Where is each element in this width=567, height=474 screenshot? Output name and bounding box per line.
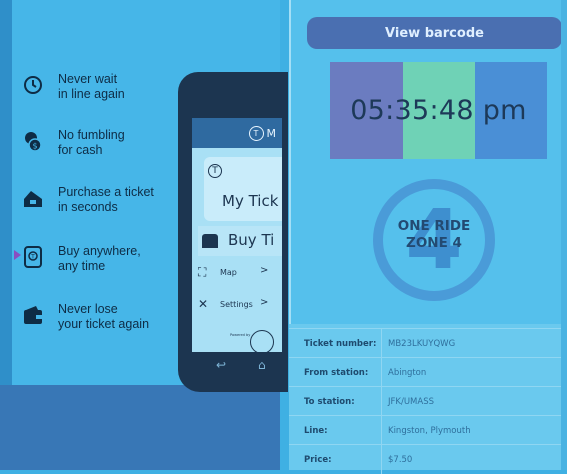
- clock-icon: [22, 74, 44, 96]
- selected-indicator: [14, 250, 21, 260]
- row-separator: [381, 329, 382, 358]
- feature-text: Purchase a ticket in seconds: [58, 185, 154, 214]
- feature-item: $ No fumbling for cash: [22, 128, 125, 158]
- feature-text: Buy anywhere, any time: [58, 244, 141, 273]
- detail-label: Price:: [304, 455, 332, 465]
- phone-icon: T: [22, 246, 44, 268]
- buy-tickets-label: Buy Ti: [228, 231, 275, 249]
- detail-label: To station:: [304, 397, 355, 407]
- row-separator: [381, 358, 382, 387]
- powered-by-text: Powered by: [230, 333, 251, 337]
- feature-item: Never wait in line again: [22, 72, 125, 102]
- chevron-right-icon: >: [260, 297, 269, 308]
- view-barcode-button[interactable]: View barcode: [307, 17, 562, 49]
- detail-row: Line: Kingston, Plymouth: [289, 415, 567, 445]
- menu-item-label: Settings: [220, 300, 253, 309]
- feature-panel-footer: [0, 385, 280, 470]
- ticket-purchase-icon: [202, 234, 218, 248]
- detail-value: $7.50: [388, 455, 413, 465]
- feature-item: Purchase a ticket in seconds: [22, 185, 154, 215]
- coin-icon: $: [22, 130, 44, 152]
- detail-label: Ticket number:: [304, 339, 377, 349]
- chevron-right-icon: >: [260, 265, 269, 276]
- wallet-icon: [22, 304, 44, 326]
- phone-header-text: M: [266, 126, 277, 140]
- my-tickets-label: My Tick: [222, 192, 279, 210]
- detail-row: Price: $7.50: [289, 444, 567, 474]
- scrollbar[interactable]: [561, 0, 567, 470]
- detail-value: MB23LKUYQWG: [388, 339, 456, 349]
- map-icon: ⛶: [198, 265, 207, 279]
- row-separator: [381, 387, 382, 416]
- menu-item-map[interactable]: ⛶ Map >: [196, 262, 282, 284]
- zone-label: ONE RIDE ZONE 4: [397, 218, 471, 251]
- menu-item-label: Map: [220, 268, 237, 277]
- detail-row: Ticket number: MB23LKUYQWG: [289, 328, 567, 358]
- feature-text: No fumbling for cash: [58, 128, 125, 157]
- detail-row: To station: JFK/UMASS: [289, 386, 567, 416]
- feature-item: Never lose your ticket again: [22, 302, 149, 332]
- settings-icon: ✕: [198, 297, 209, 311]
- detail-label: From station:: [304, 368, 369, 378]
- detail-value: Kingston, Plymouth: [388, 426, 471, 436]
- feature-item: T Buy anywhere, any time: [22, 244, 141, 274]
- feature-text: Never lose your ticket again: [58, 302, 150, 331]
- transit-logo-icon: T: [208, 164, 222, 178]
- svg-text:$: $: [32, 142, 37, 151]
- transit-logo-icon: T: [248, 125, 264, 141]
- row-separator: [381, 416, 382, 445]
- home-nav-icon: ⌂: [258, 358, 266, 372]
- detail-label: Line:: [304, 426, 328, 436]
- phone-app-header: T M: [192, 118, 282, 148]
- svg-text:T: T: [30, 254, 35, 261]
- menu-item-settings[interactable]: ✕ Settings >: [196, 294, 282, 316]
- back-nav-icon: ↩: [216, 358, 227, 372]
- detail-value: Abington: [388, 368, 427, 378]
- live-clock: 05:35:48 pm: [350, 95, 527, 126]
- feature-text: Never wait in line again: [58, 72, 125, 101]
- detail-row: From station: Abington: [289, 357, 567, 387]
- ticket-purchase-icon: [22, 187, 44, 209]
- vendor-logo: [250, 330, 274, 354]
- detail-value: JFK/UMASS: [388, 397, 434, 407]
